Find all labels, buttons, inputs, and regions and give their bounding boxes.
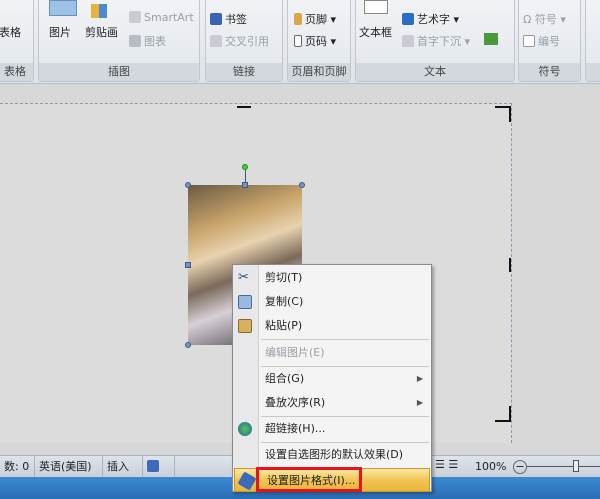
wordart-button[interactable]: 艺术字 ▾ — [402, 11, 459, 27]
margin-corner — [509, 106, 511, 122]
submenu-arrow-icon: ▶ — [416, 374, 423, 383]
dropcap-icon — [402, 35, 414, 47]
textbox-button[interactable]: 文本框 — [359, 24, 392, 40]
page-number-icon — [294, 35, 302, 47]
zoom-slider-thumb[interactable] — [573, 460, 579, 472]
dropcap-label: 首字下沉 — [417, 35, 461, 48]
group-symbols: Ω 符号 ▾ 编号 符号 — [518, 0, 581, 82]
annotation-highlight-box — [256, 467, 362, 492]
hyperlink-icon — [238, 422, 252, 436]
zoom-level[interactable]: 100% — [475, 460, 506, 473]
resize-handle[interactable] — [242, 182, 248, 188]
insert-mode[interactable]: 插入 — [103, 456, 143, 477]
cross-reference-icon — [210, 35, 222, 47]
menu-label: 叠放次序(R) — [265, 396, 326, 409]
group-label: 链接 — [206, 63, 282, 81]
group-illustrations: 图片 剪贴画 SmartArt 图表 插图 — [38, 0, 200, 82]
menu-label: 组合(G) — [265, 372, 305, 385]
wordart-label: 艺术字 — [417, 13, 450, 26]
footer-label: 页脚 — [305, 13, 327, 26]
object-icon[interactable] — [484, 33, 498, 45]
group-label: 插图 — [39, 63, 199, 81]
chart-button[interactable]: 图表 — [129, 33, 166, 49]
picture-icon — [49, 0, 77, 16]
menu-item-edit-picture[interactable]: 编辑图片(E) — [233, 341, 431, 365]
omega-icon: Ω — [523, 13, 535, 26]
zoom-out-button[interactable]: − — [513, 460, 527, 474]
group-partial — [585, 0, 600, 82]
group-table: 表格 表格 — [0, 0, 34, 82]
rotate-handle[interactable] — [242, 164, 248, 170]
group-label: 符号 — [519, 63, 580, 81]
paste-icon — [238, 319, 252, 333]
numbering-icon — [523, 35, 535, 47]
resize-handle[interactable] — [299, 182, 305, 188]
picture-button[interactable]: 图片 — [49, 24, 71, 40]
chart-icon — [129, 35, 141, 47]
cross-reference-label: 交叉引用 — [225, 35, 269, 48]
macro-icon[interactable] — [143, 456, 175, 477]
clipart-button[interactable]: 剪贴画 — [85, 24, 118, 40]
ribbon: 表格 表格 图片 剪贴画 SmartArt 图表 插图 书签 交叉引用 链接 页… — [0, 0, 600, 84]
context-menu: ✂ 剪切(T) 复制(C) 粘贴(P) 编辑图片(E) 组合(G) ▶ 叠放次序(R… — [232, 264, 432, 492]
footer-icon — [294, 13, 302, 25]
smartart-label: SmartArt — [144, 11, 194, 24]
cross-reference-button[interactable]: 交叉引用 — [210, 33, 269, 49]
menu-item-default-shape-effect[interactable]: 设置自选图形的默认效果(D) — [233, 443, 431, 467]
menu-label: 编辑图片(E) — [265, 346, 325, 359]
menu-item-order[interactable]: 叠放次序(R) ▶ — [233, 391, 431, 415]
menu-label: 设置自选图形的默认效果(D) — [265, 448, 404, 461]
resize-handle[interactable] — [185, 262, 191, 268]
group-label: 文本 — [356, 63, 514, 81]
resize-handle[interactable] — [185, 182, 191, 188]
menu-label: 剪切(T) — [265, 271, 303, 284]
bookmark-icon — [210, 13, 222, 25]
margin-corner — [495, 420, 511, 422]
table-button[interactable]: 表格 — [0, 24, 21, 40]
copy-icon — [238, 295, 252, 309]
page-number-label: 页码 — [305, 35, 327, 48]
menu-item-cut[interactable]: ✂ 剪切(T) — [233, 266, 431, 290]
menu-item-copy[interactable]: 复制(C) — [233, 290, 431, 314]
word-count[interactable]: 数: 0 — [0, 456, 35, 477]
menu-item-hyperlink[interactable]: 超链接(H)... — [233, 417, 431, 441]
bookmark-label: 书签 — [225, 13, 247, 26]
clipart-icon — [91, 4, 107, 18]
group-text: 文本框 艺术字 ▾ 首字下沉 ▾ 文本 — [355, 0, 515, 82]
textbox-icon — [364, 0, 388, 14]
page-number-button[interactable]: 页码 ▾ — [294, 33, 336, 49]
smartart-button[interactable]: SmartArt — [129, 11, 194, 24]
numbering-button[interactable]: 编号 — [523, 33, 560, 49]
smartart-icon — [129, 11, 141, 23]
menu-item-group[interactable]: 组合(G) ▶ — [233, 367, 431, 391]
group-header-footer: 页脚 ▾ 页码 ▾ 页眉和页脚 — [287, 0, 351, 82]
bookmark-button[interactable]: 书签 — [210, 11, 247, 27]
margin-mark — [237, 106, 251, 108]
submenu-arrow-icon: ▶ — [416, 398, 423, 407]
scissors-icon: ✂ — [238, 270, 249, 285]
language-indicator[interactable]: 英语(美国) — [35, 456, 103, 477]
footer-button[interactable]: 页脚 ▾ — [294, 11, 336, 27]
zoom-slider[interactable] — [527, 466, 600, 467]
wordart-icon — [402, 13, 414, 25]
menu-label: 粘贴(P) — [265, 319, 303, 332]
symbol-button[interactable]: Ω 符号 ▾ — [523, 11, 566, 27]
resize-handle[interactable] — [185, 342, 191, 348]
menu-item-paste[interactable]: 粘贴(P) — [233, 314, 431, 338]
group-label: 页眉和页脚 — [288, 63, 350, 81]
margin-mark — [509, 258, 511, 272]
format-picture-icon — [237, 471, 257, 491]
dropcap-button[interactable]: 首字下沉 ▾ — [402, 33, 470, 49]
chart-label: 图表 — [144, 35, 166, 48]
menu-label: 超链接(H)... — [265, 422, 326, 435]
group-links: 书签 交叉引用 链接 — [205, 0, 283, 82]
view-buttons[interactable]: ☰ ☰ — [435, 458, 458, 471]
group-label: 表格 — [0, 63, 33, 81]
symbol-label: 符号 — [534, 13, 557, 26]
menu-label: 复制(C) — [265, 295, 304, 308]
numbering-label: 编号 — [538, 35, 560, 48]
